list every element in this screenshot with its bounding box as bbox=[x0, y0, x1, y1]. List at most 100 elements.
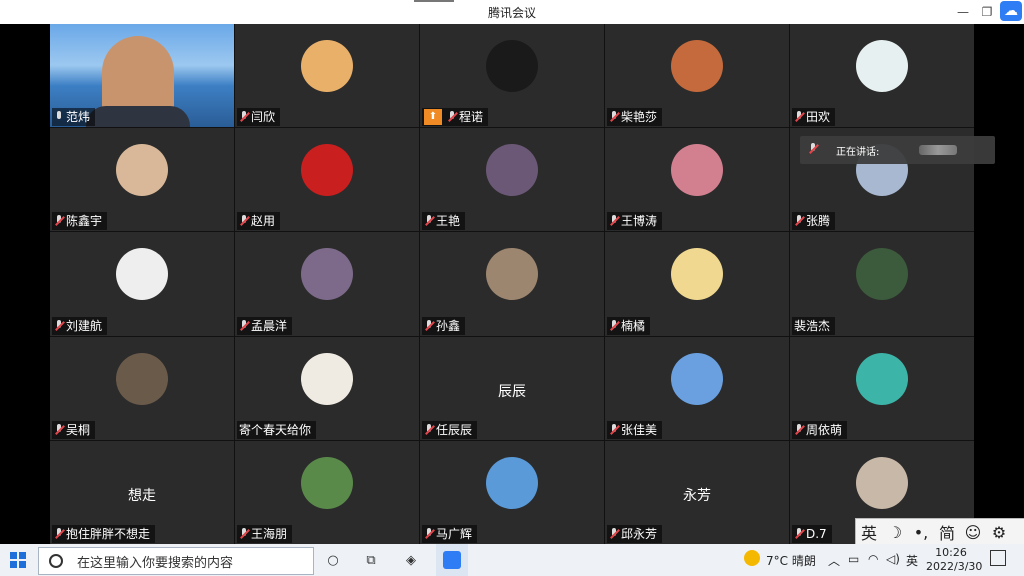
name-tag: 裴浩杰 bbox=[792, 316, 836, 335]
participant-name: 程诺 bbox=[459, 110, 484, 125]
participant-tile[interactable]: 想走 抱住胖胖不想走 bbox=[50, 440, 234, 544]
chevron-up-icon[interactable]: ︿ bbox=[828, 552, 840, 569]
name-tag: 王博涛 bbox=[607, 212, 663, 231]
ime-indicator[interactable]: 英 bbox=[906, 552, 918, 569]
participant-tile[interactable]: 闫欣 bbox=[235, 24, 419, 128]
microphone-muted-icon bbox=[239, 527, 249, 540]
participant-tile[interactable]: 范炜 bbox=[50, 24, 234, 128]
avatar bbox=[116, 144, 168, 197]
avatar bbox=[486, 456, 538, 509]
avatar bbox=[486, 144, 538, 197]
participant-tile[interactable]: 孟晨洋 bbox=[235, 232, 419, 336]
clock[interactable]: 10:26 2022/3/30 bbox=[926, 546, 982, 574]
avatar bbox=[486, 248, 538, 301]
participant-tile[interactable]: 田欢 bbox=[790, 24, 974, 128]
name-tag: 田欢 bbox=[792, 108, 836, 127]
avatar bbox=[856, 248, 908, 301]
participant-tile[interactable]: 柴艳莎 bbox=[605, 24, 789, 128]
avatar bbox=[486, 40, 538, 92]
avatar bbox=[856, 40, 908, 92]
cortana-icon[interactable]: ○ bbox=[324, 551, 342, 569]
taskbar-search-box[interactable]: 在这里输入你要搜索的内容 bbox=[38, 547, 314, 575]
ime-language[interactable]: 英 bbox=[856, 520, 882, 544]
name-tag: 王海朋 bbox=[237, 524, 293, 543]
restore-button[interactable]: ❐ bbox=[976, 2, 998, 22]
participant-tile[interactable]: 陈鑫宇 bbox=[50, 128, 234, 232]
participant-name: 周依萌 bbox=[806, 422, 843, 437]
microphone-muted-icon bbox=[609, 527, 619, 540]
gear-icon[interactable]: ⚙ bbox=[986, 523, 1012, 542]
name-tag: 邱永芳 bbox=[607, 524, 663, 543]
participant-tile[interactable]: 王海朋 bbox=[235, 440, 419, 544]
participant-name: 楠橘 bbox=[621, 318, 646, 333]
microphone-muted-icon bbox=[54, 215, 64, 227]
participant-tile[interactable]: 赵用 bbox=[235, 128, 419, 232]
tencent-meeting-icon bbox=[443, 551, 461, 569]
participant-tile[interactable]: 裴浩杰 bbox=[790, 232, 974, 336]
battery-icon[interactable]: ▭ bbox=[848, 552, 859, 566]
name-tag: 王艳 bbox=[422, 212, 466, 231]
participant-tile[interactable]: 楠橘 bbox=[605, 232, 789, 336]
participant-tile[interactable]: ⬆ 程诺 bbox=[420, 24, 604, 128]
microphone-muted-icon bbox=[609, 111, 619, 123]
microphone-muted-icon bbox=[239, 111, 249, 123]
microphone-muted-icon bbox=[794, 111, 804, 123]
right-margin bbox=[974, 24, 1024, 544]
name-tag: 寄个春天给你 bbox=[237, 420, 317, 439]
name-tag: 张佳美 bbox=[607, 420, 663, 439]
task-view-icon[interactable]: ⧉ bbox=[362, 551, 380, 569]
punctuation-icon[interactable]: •, bbox=[908, 523, 934, 542]
participant-tile[interactable]: 周依萌 bbox=[790, 336, 974, 440]
participant-name: 马广辉 bbox=[436, 526, 473, 541]
participant-name: 邱永芳 bbox=[621, 526, 658, 541]
emoji-icon[interactable]: ☺ bbox=[960, 523, 986, 542]
wifi-icon[interactable]: ◠ bbox=[868, 552, 878, 566]
participant-tile[interactable]: 辰辰 任辰辰 bbox=[420, 336, 604, 440]
avatar bbox=[116, 248, 168, 301]
clock-time: 10:26 bbox=[935, 546, 967, 559]
participant-name: 孙鑫 bbox=[436, 318, 461, 333]
taskbar: 在这里输入你要搜索的内容 ○ ⧉ ◈ 7°C 晴朗 ︿ ▭ ◠ ◁) 英 10:… bbox=[0, 544, 1024, 576]
avatar bbox=[301, 248, 353, 301]
name-tag: 任辰辰 bbox=[422, 420, 478, 439]
participant-tile[interactable]: 刘建航 bbox=[50, 232, 234, 336]
name-tag: D.7 bbox=[792, 524, 832, 543]
participant-tile[interactable]: 马广辉 bbox=[420, 440, 604, 544]
moon-icon[interactable]: ☽ bbox=[882, 523, 908, 542]
participant-tile[interactable]: 寄个春天给你 bbox=[235, 336, 419, 440]
participant-tile[interactable]: 王博涛 bbox=[605, 128, 789, 232]
wechat-work-icon[interactable]: ◈ bbox=[402, 551, 420, 569]
avatar bbox=[671, 40, 723, 92]
participant-tile[interactable]: 张佳美 bbox=[605, 336, 789, 440]
title-highlight bbox=[414, 0, 454, 2]
participant-tile[interactable]: 永芳 邱永芳 bbox=[605, 440, 789, 544]
name-tag: 刘建航 bbox=[52, 316, 108, 335]
window-title: 腾讯会议 bbox=[487, 6, 536, 20]
weather-text[interactable]: 7°C 晴朗 bbox=[766, 552, 816, 569]
participant-name: 陈鑫宇 bbox=[66, 214, 103, 229]
ime-mode[interactable]: 简 bbox=[934, 520, 960, 544]
volume-icon[interactable]: ◁) bbox=[886, 552, 900, 566]
participant-name: 柴艳莎 bbox=[621, 110, 658, 125]
participant-name: 刘建航 bbox=[66, 318, 103, 333]
tencent-meeting-taskbar-button[interactable] bbox=[436, 544, 468, 576]
microphone-muted-icon bbox=[609, 423, 619, 436]
participant-name: 田欢 bbox=[806, 110, 831, 125]
participant-name: 任辰辰 bbox=[436, 422, 473, 437]
name-tag: 赵用 bbox=[237, 212, 281, 231]
name-tag: 闫欣 bbox=[237, 108, 281, 127]
tencent-meeting-logo-icon[interactable]: ☁ bbox=[1000, 1, 1022, 21]
avatar bbox=[301, 456, 353, 509]
participant-tile[interactable]: 王艳 bbox=[420, 128, 604, 232]
participant-tile[interactable]: 孙鑫 bbox=[420, 232, 604, 336]
participant-tile[interactable]: 吴桐 bbox=[50, 336, 234, 440]
windows-start-icon[interactable] bbox=[10, 552, 26, 568]
weather-icon[interactable] bbox=[744, 550, 760, 566]
participant-name: 张腾 bbox=[806, 214, 831, 229]
participant-name: 范炜 bbox=[66, 110, 91, 125]
microphone-muted-icon bbox=[609, 319, 619, 332]
minimize-button[interactable]: — bbox=[952, 2, 974, 22]
microphone-muted-icon bbox=[239, 215, 249, 227]
notification-icon[interactable] bbox=[990, 550, 1006, 566]
avatar bbox=[671, 144, 723, 197]
